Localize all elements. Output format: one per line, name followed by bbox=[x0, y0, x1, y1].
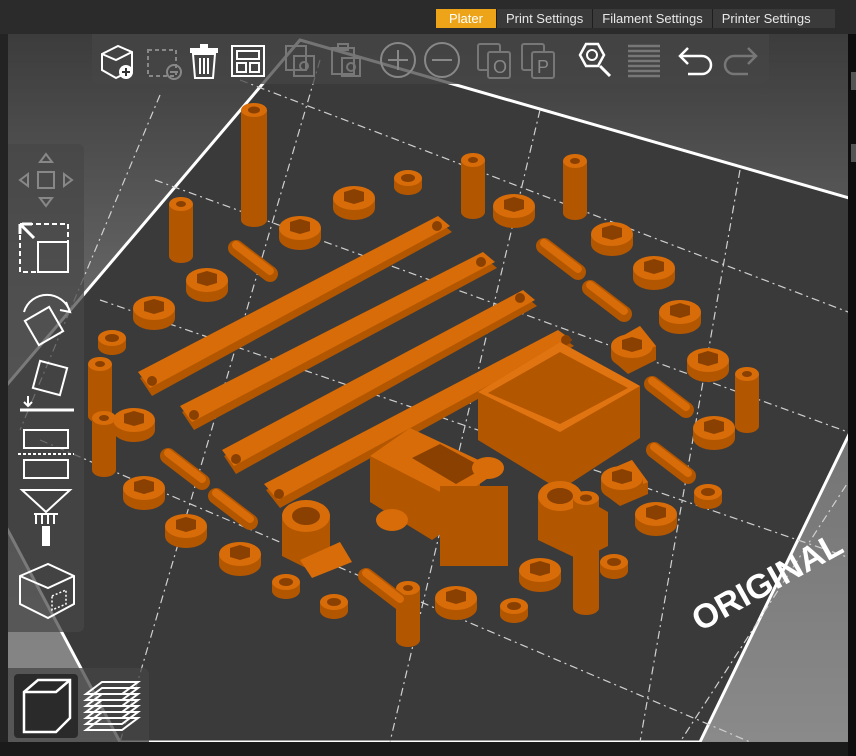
bed-and-parts: ORIGINAL bbox=[8, 38, 848, 742]
paint-supports-icon[interactable] bbox=[14, 486, 78, 550]
left-gizmo-toolbar bbox=[8, 144, 84, 632]
scale-icon[interactable] bbox=[14, 216, 78, 280]
increase-instances-icon[interactable] bbox=[378, 40, 418, 80]
split-to-objects-icon[interactable]: O bbox=[474, 40, 514, 80]
tab-filament-settings[interactable]: Filament Settings bbox=[592, 9, 712, 28]
decrease-instances-icon[interactable] bbox=[422, 40, 462, 80]
status-strip bbox=[0, 742, 848, 756]
cut-icon[interactable] bbox=[14, 420, 78, 484]
svg-text:P: P bbox=[537, 57, 549, 77]
rotate-icon[interactable] bbox=[14, 286, 78, 350]
scroll-marker bbox=[851, 144, 856, 162]
place-on-face-icon[interactable] bbox=[14, 356, 78, 420]
split-to-parts-icon[interactable]: P bbox=[518, 40, 558, 80]
arrange-icon[interactable] bbox=[228, 40, 268, 80]
preview-icon[interactable] bbox=[80, 674, 144, 738]
tab-printer-settings[interactable]: Printer Settings bbox=[711, 9, 835, 28]
sidebar-edge bbox=[848, 34, 856, 756]
3d-scene[interactable]: ORIGINAL bbox=[8, 34, 848, 742]
redo-icon[interactable] bbox=[720, 40, 760, 80]
undo-icon[interactable] bbox=[676, 40, 716, 80]
svg-text:O: O bbox=[493, 57, 507, 77]
3d-view-icon[interactable] bbox=[14, 674, 78, 738]
delete-all-icon[interactable] bbox=[184, 40, 224, 80]
print-bed bbox=[8, 40, 848, 742]
top-toolbar: O P bbox=[92, 34, 769, 84]
scroll-marker bbox=[851, 72, 856, 90]
tab-bar: Plater Print Settings Filament Settings … bbox=[0, 0, 856, 34]
hollow-icon[interactable] bbox=[14, 558, 78, 622]
tabs: Plater Print Settings Filament Settings … bbox=[436, 9, 835, 28]
move-icon[interactable] bbox=[14, 148, 78, 212]
view-switcher bbox=[8, 668, 149, 742]
tab-print-settings[interactable]: Print Settings bbox=[495, 9, 593, 28]
search-icon[interactable] bbox=[572, 40, 612, 80]
copy-icon[interactable] bbox=[280, 40, 320, 80]
add-icon[interactable] bbox=[96, 40, 136, 80]
layer-editing-icon[interactable] bbox=[624, 40, 664, 80]
paste-icon[interactable] bbox=[326, 40, 366, 80]
delete-icon[interactable] bbox=[142, 40, 182, 80]
tab-plater[interactable]: Plater bbox=[436, 9, 496, 28]
